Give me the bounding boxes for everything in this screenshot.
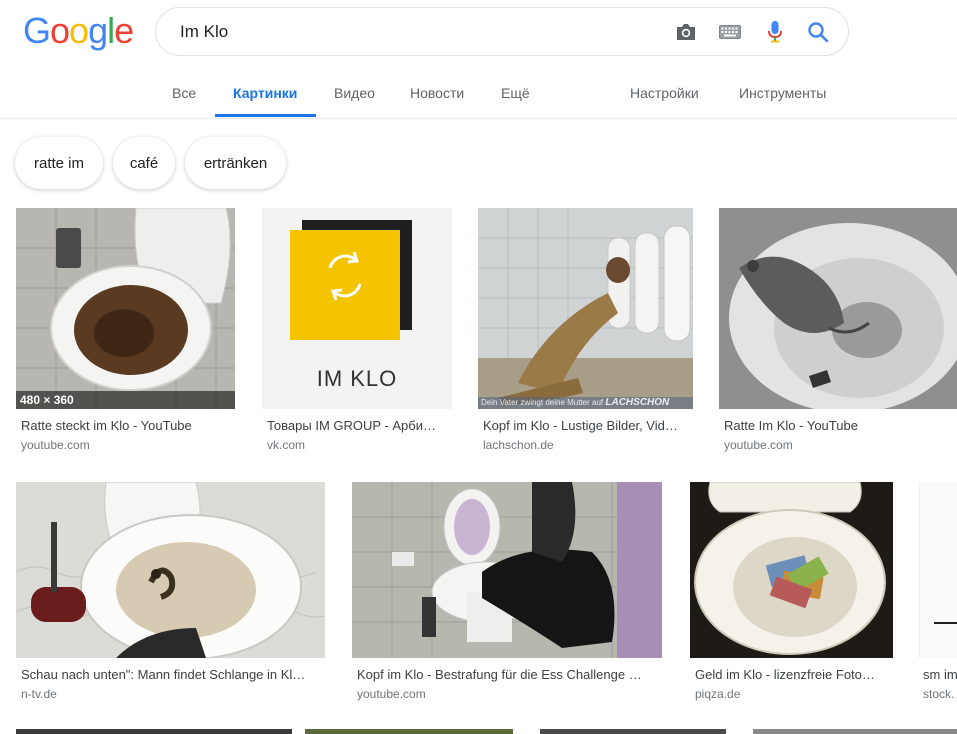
tab-news[interactable]: Новости (410, 85, 464, 101)
image-result[interactable]: sm im stock. (919, 482, 957, 712)
logo-letter: o (69, 10, 89, 51)
tab-images[interactable]: Картинки (233, 85, 297, 101)
result-source[interactable]: piqza.de (695, 687, 890, 701)
thumbnail-watermark: Dein Vater zwingt deine Mutter auf LACHS… (478, 397, 693, 409)
microphone-icon[interactable] (763, 20, 787, 44)
image-result-partial[interactable] (540, 729, 726, 734)
search-input[interactable] (178, 20, 648, 44)
image-result[interactable]: Schau nach unten": Mann findet Schlange … (16, 482, 325, 712)
result-thumbnail[interactable] (690, 482, 893, 658)
result-title[interactable]: Ratte steckt im Klo - YouTube (21, 418, 236, 433)
result-source[interactable]: lachschon.de (483, 438, 693, 452)
google-logo[interactable]: Google (23, 10, 134, 51)
result-title[interactable]: sm im (923, 667, 957, 682)
dimensions-badge: 480 × 360 (16, 391, 235, 409)
result-thumbnail[interactable]: IM KLO (262, 208, 452, 409)
tab-videos[interactable]: Видео (334, 85, 375, 101)
result-source[interactable]: vk.com (267, 438, 447, 452)
camera-icon[interactable] (674, 20, 698, 44)
result-thumbnail[interactable] (919, 482, 957, 658)
result-thumbnail[interactable]: Dein Vater zwingt deine Mutter auf LACHS… (478, 208, 693, 409)
image-result[interactable]: Kopf im Klo - Bestrafung für die Ess Cha… (352, 482, 662, 712)
logo-letter: G (23, 10, 51, 51)
logo-letter: o (50, 10, 70, 51)
image-result[interactable]: Dein Vater zwingt deine Mutter auf LACHS… (478, 208, 693, 458)
result-source[interactable]: n-tv.de (21, 687, 324, 701)
tab-more[interactable]: Ещё (501, 85, 530, 101)
result-title[interactable]: Kopf im Klo - Bestrafung für die Ess Cha… (357, 667, 662, 682)
search-box (155, 7, 849, 56)
tab-all[interactable]: Все (172, 85, 196, 101)
chip-ratte-im[interactable]: ratte im (15, 137, 103, 189)
result-title[interactable]: Ratte Im Klo - YouTube (724, 418, 949, 433)
logo-letter: e (114, 10, 134, 51)
result-thumbnail[interactable]: 480 × 360 (16, 208, 235, 409)
result-source[interactable]: stock. (923, 687, 957, 701)
result-title[interactable]: Geld im Klo - lizenzfreie Foto… (695, 667, 890, 682)
image-result[interactable]: 480 × 360 Ratte steckt im Klo - YouTube … (16, 208, 235, 458)
image-result-partial[interactable] (16, 729, 292, 734)
tab-settings[interactable]: Настройки (630, 85, 699, 101)
chip-ertraenken[interactable]: ertränken (185, 137, 286, 189)
result-source[interactable]: youtube.com (21, 438, 236, 452)
active-tab-indicator (215, 114, 316, 117)
thumbnail-line (934, 622, 957, 624)
chip-cafe[interactable]: café (113, 137, 175, 189)
result-title[interactable]: Schau nach unten": Mann findet Schlange … (21, 667, 324, 682)
result-source[interactable]: youtube.com (357, 687, 662, 701)
result-title[interactable]: Товары IM GROUP - Арби… (267, 418, 447, 433)
search-icon[interactable] (806, 20, 830, 44)
image-result-partial[interactable] (305, 729, 513, 734)
result-thumbnail[interactable] (352, 482, 662, 658)
image-result[interactable]: Geld im Klo - lizenzfreie Foto… piqza.de (690, 482, 893, 712)
result-title[interactable]: Kopf im Klo - Lustige Bilder, Vid… (483, 418, 693, 433)
keyboard-icon[interactable] (718, 20, 742, 44)
image-result-partial[interactable] (753, 729, 957, 734)
tabs-divider (0, 118, 957, 119)
result-source[interactable]: youtube.com (724, 438, 949, 452)
result-thumbnail[interactable] (719, 208, 957, 409)
thumbnail-caption: Dein Vater zwingt deine Mutter auf (481, 398, 604, 407)
logo-letter: g (88, 10, 108, 51)
thumbnail-watermark-text: LACHSCHON (605, 397, 670, 408)
tab-tools[interactable]: Инструменты (739, 85, 826, 101)
image-result[interactable]: Ratte Im Klo - YouTube youtube.com (719, 208, 957, 458)
thumbnail-logo-text: IM KLO (316, 366, 398, 391)
image-result[interactable]: IM KLO Товары IM GROUP - Арби… vk.com (262, 208, 452, 458)
result-thumbnail[interactable] (16, 482, 325, 658)
